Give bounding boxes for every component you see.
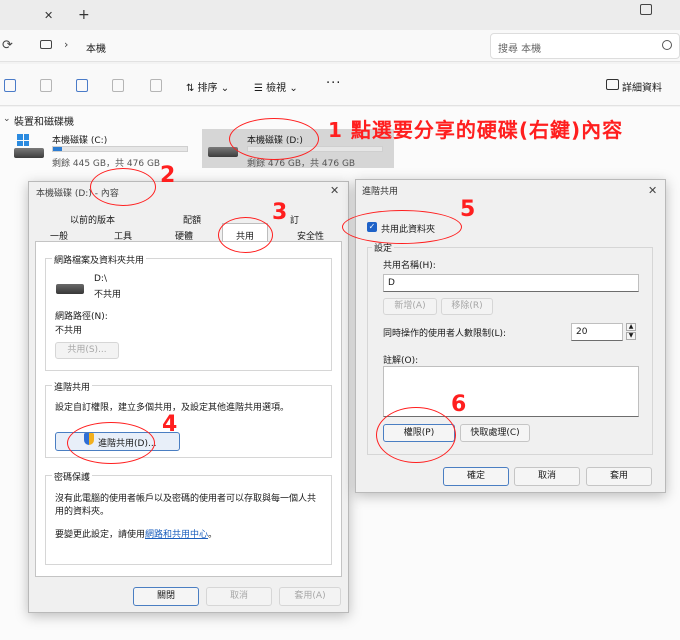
- sort-button[interactable]: ⇅ 排序 ⌄: [186, 79, 229, 94]
- chevron-down-icon[interactable]: ⌄: [3, 114, 11, 124]
- close-icon[interactable]: ✕: [648, 184, 657, 197]
- change-setting-prefix: 要變更此設定，請使用: [55, 530, 146, 540]
- share-status: 不共用: [94, 290, 122, 300]
- details-button[interactable]: 詳細資料: [622, 79, 662, 94]
- copy-icon[interactable]: [4, 79, 16, 92]
- ok-button[interactable]: 確定: [443, 467, 509, 486]
- step-1-annotation: 1 點選要分享的硬碟(右鍵)內容: [328, 118, 624, 142]
- network-sharing-center-link[interactable]: 網路和共用中心: [145, 530, 208, 540]
- user-limit-stepper[interactable]: 20: [571, 323, 623, 341]
- chevron-up-icon[interactable]: ▲: [626, 323, 636, 331]
- tab-close-icon[interactable]: ✕: [44, 9, 53, 22]
- remove-button[interactable]: 移除(R): [441, 298, 493, 315]
- user-limit-label: 同時操作的使用者人數限制(L):: [383, 329, 507, 339]
- paste-icon[interactable]: [40, 79, 52, 92]
- annotation-number-6: 6: [451, 392, 467, 417]
- tab-quota[interactable]: 配額: [183, 213, 201, 226]
- drive-free-space: 剩餘 445 GB，共 476 GB: [52, 159, 161, 169]
- password-protection-group: [45, 475, 332, 565]
- drive-label: D:\: [94, 274, 107, 284]
- dialog-title: 進階共用: [362, 187, 399, 197]
- annotation-ring-3: [218, 217, 273, 253]
- share-name-field[interactable]: D: [383, 274, 639, 292]
- annotation-ring-5: [342, 210, 462, 244]
- group-title: 網路檔案及資料夾共用: [52, 253, 147, 266]
- delete-icon[interactable]: [150, 79, 162, 92]
- refresh-icon[interactable]: ⟳: [2, 38, 13, 53]
- more-options-button[interactable]: ···: [326, 76, 341, 91]
- windows-logo-icon: [17, 134, 29, 146]
- annotation-number-5: 5: [460, 197, 476, 222]
- rename-icon[interactable]: [76, 79, 88, 92]
- annotation-number-2: 2: [160, 163, 176, 188]
- chevron-right-icon[interactable]: ›: [64, 38, 68, 51]
- group-title: 密碼保護: [52, 470, 93, 483]
- change-setting-text: 要變更此設定，請使用網路和共用中心。: [55, 527, 217, 540]
- share-button[interactable]: 共用(S)...: [55, 342, 119, 359]
- tab-partial[interactable]: 訂: [290, 213, 299, 226]
- add-button[interactable]: 新增(A): [383, 298, 437, 315]
- search-icon[interactable]: [662, 40, 672, 50]
- this-pc-icon: [40, 40, 52, 49]
- password-description-line1: 沒有此電腦的使用者帳戶以及密碼的使用者可以存取與每一個人共: [55, 494, 317, 504]
- annotation-ring-4: [67, 422, 155, 464]
- group-header[interactable]: 裝置和磁碟機: [14, 113, 74, 128]
- close-icon[interactable]: ✕: [330, 184, 339, 197]
- comment-label: 註解(O):: [383, 356, 419, 366]
- share-icon[interactable]: [112, 79, 124, 92]
- hard-disk-icon: [14, 148, 44, 158]
- drive-name: 本機磁碟 (C:): [52, 136, 108, 146]
- annotation-number-4: 4: [162, 412, 178, 437]
- share-name-label: 共用名稱(H):: [383, 261, 436, 271]
- network-path-label: 網路路徑(N):: [55, 312, 108, 322]
- tab-previous-versions[interactable]: 以前的版本: [70, 213, 115, 226]
- drive-icon: [56, 284, 84, 294]
- change-setting-suffix: 。: [208, 530, 218, 540]
- password-description-line2: 用的資料夾。: [55, 507, 110, 517]
- tab-bar: [0, 0, 680, 30]
- apply-button[interactable]: 套用(A): [279, 587, 341, 606]
- group-title: 進階共用: [52, 380, 93, 393]
- annotation-number-3: 3: [272, 200, 288, 225]
- network-path-value: 不共用: [55, 326, 83, 336]
- drive-usage-bar: [52, 146, 188, 152]
- maximize-icon[interactable]: [640, 4, 652, 15]
- breadcrumb[interactable]: 本機: [86, 40, 106, 55]
- annotation-ring-2: [90, 168, 156, 206]
- new-tab-button[interactable]: +: [78, 7, 90, 23]
- annotation-ring-6: [376, 407, 456, 463]
- caching-button[interactable]: 快取處理(C): [460, 424, 530, 442]
- view-button[interactable]: ☰ 檢視 ⌄: [254, 79, 298, 94]
- cancel-button[interactable]: 取消: [514, 467, 580, 486]
- cancel-button[interactable]: 取消: [206, 587, 272, 606]
- apply-button[interactable]: 套用: [586, 467, 652, 486]
- close-button[interactable]: 關閉: [133, 587, 199, 606]
- annotation-ring-1: [229, 118, 319, 160]
- details-pane-icon[interactable]: [606, 79, 619, 90]
- chevron-down-icon[interactable]: ▼: [626, 332, 636, 340]
- search-placeholder: 搜尋 本機: [498, 44, 542, 55]
